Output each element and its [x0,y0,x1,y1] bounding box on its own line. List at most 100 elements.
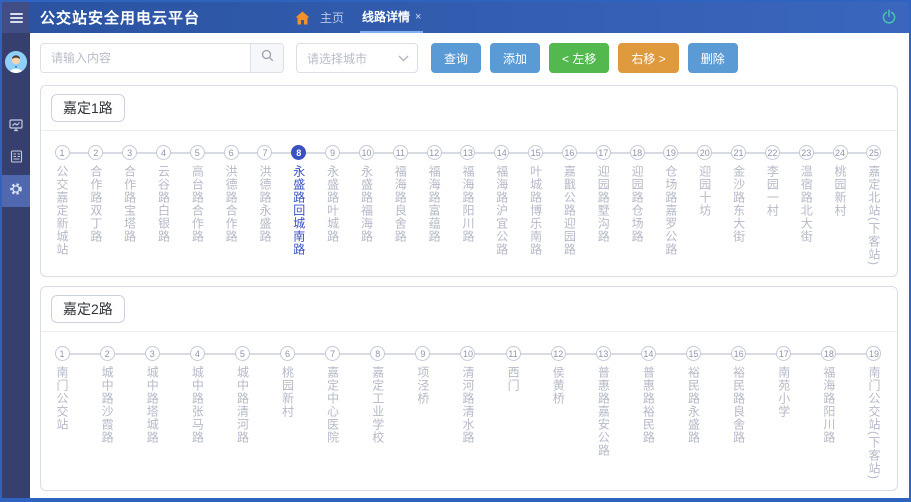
stop-name: 高台路合作路 [190,165,204,243]
stop-name: 嘉定工业学校 [371,366,385,444]
route-stop[interactable]: 15叶城路博乐南路 [527,145,545,266]
stop-name: 嘉定北站(下客站) [867,165,881,266]
city-select-placeholder: 请选择城市 [307,50,367,67]
route-stop[interactable]: 19南门公交站(下客站) [865,346,883,480]
route-stop[interactable]: 2城中路沙霞路 [98,346,116,480]
route-stop[interactable]: 7洪德路永盛路 [256,145,274,266]
route-stop[interactable]: 12侯黄桥 [549,346,567,480]
route-stop[interactable]: 5城中路清河路 [233,346,251,480]
stop-number: 7 [257,145,272,160]
route-stop[interactable]: 3城中路塔城路 [143,346,161,480]
stop-number: 7 [325,346,340,361]
route-stop[interactable]: 3合作路宝塔路 [121,145,139,266]
route-stop[interactable]: 9永盛路叶城路 [324,145,342,266]
route-stop[interactable]: 25嘉定北站(下客站) [865,145,883,266]
route-stop[interactable]: 9项泾桥 [414,346,432,480]
add-button[interactable]: 添加 [490,43,540,73]
route-stop[interactable]: 23温宿路北大街 [797,145,815,266]
stop-name: 温宿路北大街 [799,165,813,243]
avatar[interactable] [5,51,27,73]
stop-name: 金沙路东大街 [732,165,746,243]
home-icon[interactable] [295,11,310,25]
stop-number: 24 [833,145,848,160]
sidebar-item-monitor[interactable] [2,111,30,143]
route-stop[interactable]: 21金沙路东大街 [730,145,748,266]
stop-name: 城中路塔城路 [145,366,159,444]
route-stop[interactable]: 6桃园新村 [279,346,297,480]
route-stop[interactable]: 1公交嘉定新城站 [53,145,71,266]
monitor-chart-icon [9,118,23,137]
route-stop[interactable]: 4云谷路白银路 [154,145,172,266]
move-left-button[interactable]: < 左移 [549,43,609,73]
route-title[interactable]: 嘉定1路 [51,94,125,122]
route-stop[interactable]: 20迎园十坊 [696,145,714,266]
menu-toggle-button[interactable] [2,2,30,33]
search-button[interactable] [250,44,283,72]
app-title: 公交站安全用电云平台 [40,7,200,28]
stop-number: 16 [562,145,577,160]
route-stop[interactable]: 15裕民路永盛路 [685,346,703,480]
route-stop[interactable]: 10 清河路清水路 [459,346,477,480]
stop-number: 1 [55,145,70,160]
tab-route-details[interactable]: 线路详情 × [360,2,423,33]
route-stop[interactable]: 1南门公交站 [53,346,71,480]
stop-name: 洪德路合作路 [224,165,238,243]
search-input-group [40,43,284,73]
stop-name: 清河路清水路 [461,366,475,444]
delete-button[interactable]: 删除 [688,43,738,73]
route-stop[interactable]: 2合作路双丁路 [87,145,105,266]
route-stop[interactable]: 22李园一村 [763,145,781,266]
route-stop[interactable]: 24桃园新村 [831,145,849,266]
stop-number: 10 [460,346,475,361]
route-stop[interactable]: 17迎园路墅沟路 [594,145,612,266]
stop-name: 永盛路回城南路 [292,165,306,256]
stop-number: 17 [776,346,791,361]
query-button[interactable]: 查询 [431,43,481,73]
route-stop[interactable]: 7嘉定中心医院 [324,346,342,480]
tab-close-icon[interactable]: × [415,11,421,23]
route-stop[interactable]: 6洪德路合作路 [222,145,240,266]
move-right-button[interactable]: 右移 > [618,43,678,73]
stop-number: 17 [596,145,611,160]
route-stop[interactable]: 10永盛路福海路 [357,145,375,266]
nav-tabs: 主页 线路详情 × [295,2,439,33]
stop-number: 1 [55,346,70,361]
power-icon[interactable] [881,9,897,25]
tab-home[interactable]: 主页 [320,9,344,26]
route-stop[interactable]: 11西门 [504,346,522,480]
route-stop[interactable]: 5高台路合作路 [188,145,206,266]
stop-number: 14 [641,346,656,361]
route-stop[interactable]: 14福海路沪宜公路 [493,145,511,266]
route-title[interactable]: 嘉定2路 [51,295,125,323]
route-stop[interactable]: 18福海路阳川路 [820,346,838,480]
stop-number: 11 [506,346,521,361]
route-stop[interactable]: 13福海路阳川路 [459,145,477,266]
city-select[interactable]: 请选择城市 [296,43,418,73]
stop-name: 福海路富蕴路 [427,165,441,243]
stop-name: 福海路良舍路 [393,165,407,243]
sidebar-item-records[interactable] [2,143,30,175]
route-stop[interactable]: 18迎园路仓场路 [628,145,646,266]
routes-list: 嘉定1路 1公交嘉定新城站 2合作路双丁路 3合作路宝塔路 4云谷路白银路 5高台路合作… [40,85,898,498]
route-stop[interactable]: 11福海路良舍路 [391,145,409,266]
route-stop[interactable]: 13普惠路嘉安公路 [594,346,612,480]
route-stop[interactable]: 16裕民路良舍路 [730,346,748,480]
stop-number: 12 [551,346,566,361]
stop-name: 裕民路良舍路 [732,366,746,444]
stop-number: 4 [190,346,205,361]
stop-number: 6 [280,346,295,361]
stop-name: 迎园十坊 [698,165,712,217]
route-stop[interactable]: 17南苑小学 [775,346,793,480]
stop-name: 城中路清河路 [235,366,249,444]
sidebar-item-settings[interactable] [2,175,30,207]
stop-number: 22 [765,145,780,160]
route-stop[interactable]: 8永盛路回城南路 [290,145,308,266]
search-input[interactable] [41,44,250,72]
stop-number: 15 [686,346,701,361]
route-stop[interactable]: 14普惠路裕民路 [639,346,657,480]
route-stop[interactable]: 8嘉定工业学校 [369,346,387,480]
route-stop[interactable]: 19仓场路嘉罗公路 [662,145,680,266]
route-stop[interactable]: 16嘉戬公路迎园路 [560,145,578,266]
route-stop[interactable]: 12福海路富蕴路 [425,145,443,266]
route-stop[interactable]: 4城中路张马路 [188,346,206,480]
